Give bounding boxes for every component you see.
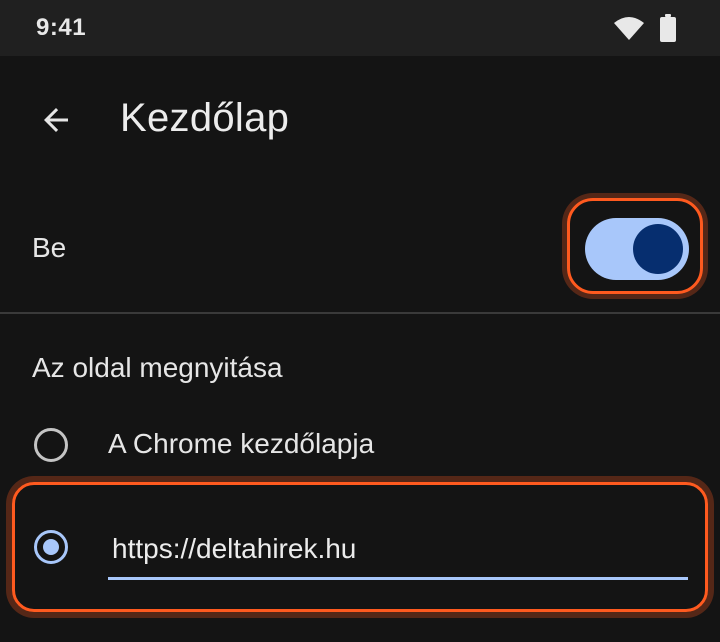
status-bar: 9:41 xyxy=(0,0,720,56)
radio-dot xyxy=(43,539,59,555)
radio-button-unchecked[interactable] xyxy=(34,428,68,462)
back-button[interactable] xyxy=(26,90,86,150)
toggle-knob xyxy=(633,224,683,274)
radio-button-checked[interactable] xyxy=(34,530,68,564)
radio-label-chrome-homepage: A Chrome kezdőlapja xyxy=(108,428,375,459)
status-time: 9:41 xyxy=(36,14,87,41)
toggle-label: Be xyxy=(32,232,67,263)
section-header: Az oldal megnyitása xyxy=(32,352,283,383)
homepage-settings-screen: 9:41 Kezdőlap Be Az oldal megnyitása A C… xyxy=(0,0,720,642)
arrow-back-icon xyxy=(44,108,68,132)
homepage-toggle-row[interactable]: Be xyxy=(0,186,720,312)
battery-icon xyxy=(660,14,676,42)
custom-url-input[interactable] xyxy=(108,520,688,580)
homepage-toggle-switch[interactable] xyxy=(585,218,689,280)
wifi-icon xyxy=(614,17,644,40)
top-app-bar: Kezdőlap xyxy=(0,56,720,186)
divider xyxy=(0,312,720,314)
page-title: Kezdőlap xyxy=(120,96,290,140)
radio-option-chrome-homepage[interactable]: A Chrome kezdőlapja xyxy=(0,410,720,480)
